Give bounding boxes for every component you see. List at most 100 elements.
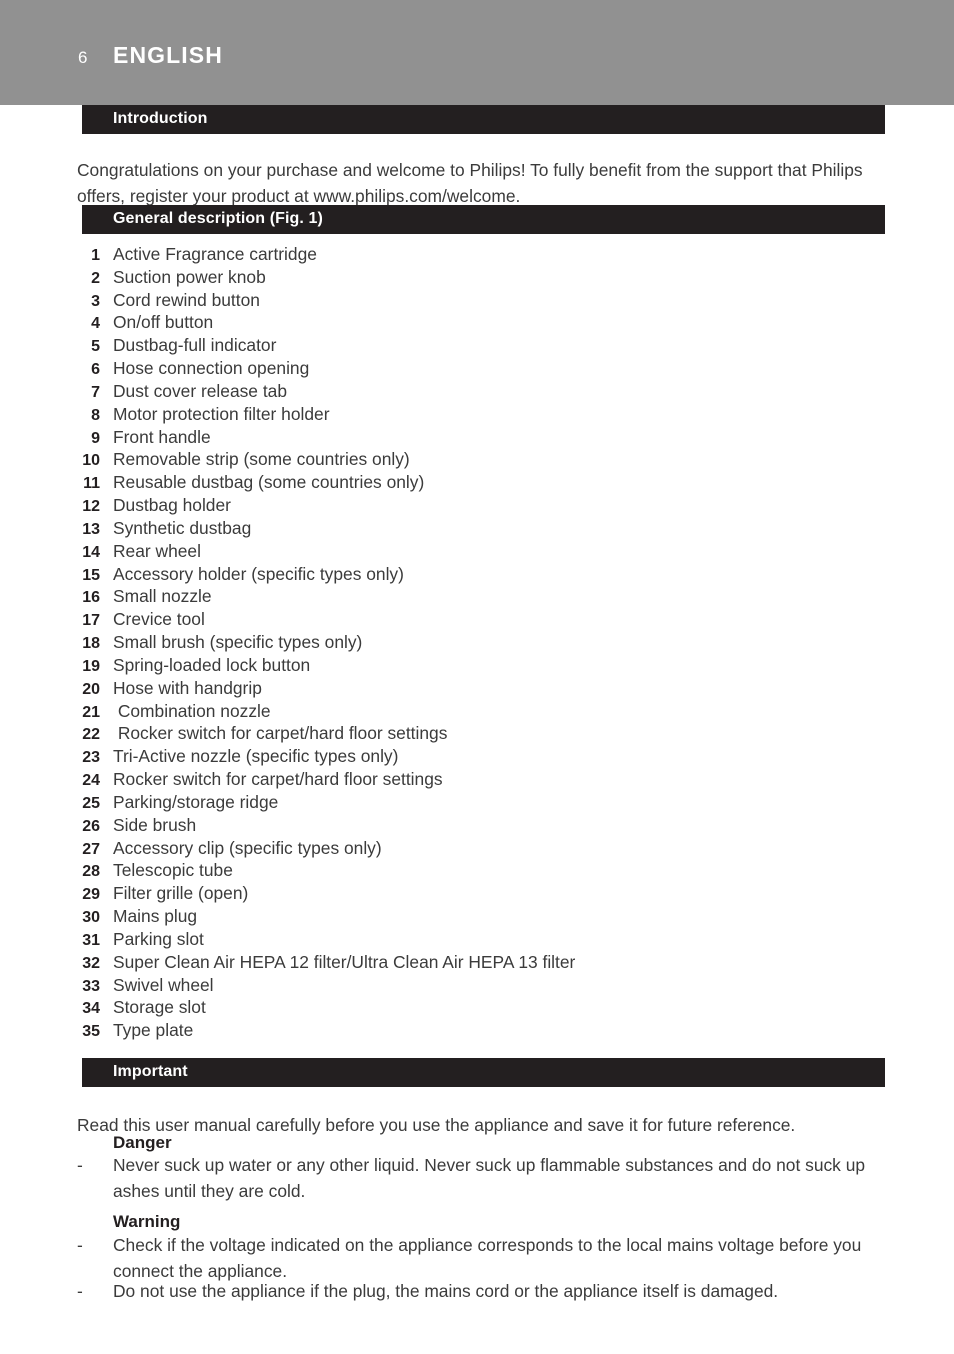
part-label: Hose connection opening <box>113 358 310 379</box>
list-item: 13 Synthetic dustbag <box>0 517 954 540</box>
part-number: 20 <box>82 680 100 698</box>
part-number: 9 <box>91 429 100 447</box>
part-label: Cord rewind button <box>113 289 260 310</box>
warning-bullet-item: - Do not use the appliance if the plug, … <box>77 1279 885 1305</box>
part-label: Dustbag-full indicator <box>113 335 277 356</box>
list-item: 26 Side brush <box>0 814 954 837</box>
bullet-dash-icon: - <box>77 1155 83 1175</box>
part-number: 24 <box>82 772 100 790</box>
part-label: Suction power knob <box>113 266 266 287</box>
list-item: 16 Small nozzle <box>0 585 954 608</box>
list-item: 14 Rear wheel <box>0 540 954 563</box>
part-label: Small nozzle <box>113 586 212 607</box>
part-number: 25 <box>82 794 100 812</box>
list-item: 24 Rocker switch for carpet/hard floor se… <box>0 768 954 791</box>
page-header-band: 6 ENGLISH <box>0 0 954 105</box>
list-item: 19 Spring-loaded lock button <box>0 654 954 677</box>
danger-bullet-text: Never suck up water or any other liquid.… <box>113 1155 866 1201</box>
list-item: 1 Active Fragrance cartridge <box>0 243 954 266</box>
list-item: 32 Super Clean Air HEPA 12 filter/Ultra C… <box>0 951 954 974</box>
subheading-warning: Warning <box>113 1212 181 1231</box>
part-label: Rocker switch for carpet/hard floor sett… <box>113 723 448 744</box>
part-label: Synthetic dustbag <box>113 517 252 538</box>
part-number: 3 <box>91 292 100 310</box>
bullet-dash-icon: - <box>77 1281 83 1301</box>
subheading-danger: Danger <box>113 1133 172 1152</box>
part-label: Hose with handgrip <box>113 677 262 698</box>
list-item: 29 Filter grille (open) <box>0 882 954 905</box>
list-item: 11 Reusable dustbag (some countries only) <box>0 471 954 494</box>
section-title-introduction: Introduction <box>113 110 208 127</box>
part-number: 1 <box>91 247 100 264</box>
part-label: Crevice tool <box>113 609 205 630</box>
part-label: Removable strip (some countries only) <box>113 449 410 470</box>
part-label: Rear wheel <box>113 540 201 561</box>
list-item: 28 Telescopic tube <box>0 859 954 882</box>
page-number: 6 <box>78 48 88 67</box>
part-label: Accessory holder (specific types only) <box>113 563 404 584</box>
part-number: 29 <box>82 886 100 904</box>
part-number: 31 <box>82 931 100 949</box>
part-label: Rocker switch for carpet/hard floor sett… <box>113 769 443 790</box>
list-item: 30 Mains plug <box>0 905 954 928</box>
general-description-parts-list: 1 Active Fragrance cartridge 2 Suction powe… <box>0 243 954 1042</box>
list-item: 33 Swivel wheel <box>0 974 954 997</box>
part-label: Swivel wheel <box>113 974 214 995</box>
section-bar-introduction: Introduction <box>82 105 885 134</box>
part-number: 27 <box>82 840 100 858</box>
part-label: Dust cover release tab <box>113 380 287 401</box>
page-language-title: ENGLISH <box>113 42 223 68</box>
list-item: 15 Accessory holder (specific types only) <box>0 563 954 586</box>
part-number: 13 <box>82 520 100 538</box>
part-number: 7 <box>91 383 100 401</box>
part-number: 4 <box>91 315 100 333</box>
list-item: 9 Front handle <box>0 426 954 449</box>
list-item: 3 Cord rewind button <box>0 289 954 312</box>
list-item: 27 Accessory clip (specific types only) <box>0 837 954 860</box>
part-number: 32 <box>82 954 100 972</box>
part-label: Filter grille (open) <box>113 883 249 904</box>
part-label: Accessory clip (specific types only) <box>113 837 382 858</box>
warning-bullet-text: Do not use the appliance if the plug, th… <box>113 1281 779 1301</box>
part-label: Tri-Active nozzle (specific types only) <box>113 746 399 767</box>
part-label: Mains plug <box>113 906 198 927</box>
part-number: 18 <box>82 635 100 653</box>
part-number: 12 <box>82 498 100 516</box>
part-number: 28 <box>82 863 100 881</box>
section-bar-important: Important <box>82 1058 885 1087</box>
list-item: 23 Tri-Active nozzle (specific types only… <box>0 745 954 768</box>
warning-bullet-text: Check if the voltage indicated on the ap… <box>113 1235 862 1281</box>
part-label: On/off button <box>113 312 214 333</box>
list-item: 35 Type plate <box>0 1019 954 1042</box>
part-number: 21 <box>82 703 100 721</box>
list-item: 12 Dustbag holder <box>0 494 954 517</box>
part-number: 5 <box>91 338 100 356</box>
bullet-dash-icon: - <box>77 1235 83 1255</box>
part-number: 8 <box>91 406 100 424</box>
part-number: 10 <box>82 452 100 470</box>
part-label: Front handle <box>113 426 211 447</box>
part-number: 26 <box>82 817 100 835</box>
part-number: 11 <box>83 475 100 493</box>
part-label: Small brush (specific types only) <box>113 632 363 653</box>
page-header-content: 6 ENGLISH <box>78 44 223 69</box>
part-label: Active Fragrance cartridge <box>113 244 317 264</box>
part-label: Spring-loaded lock button <box>113 654 311 675</box>
part-number: 2 <box>91 269 100 287</box>
list-item: 7 Dust cover release tab <box>0 380 954 403</box>
part-label: Combination nozzle <box>113 700 271 721</box>
part-label: Side brush <box>113 814 197 835</box>
part-number: 22 <box>82 726 100 744</box>
part-label: Reusable dustbag (some countries only) <box>113 472 425 493</box>
list-item: 20 Hose with handgrip <box>0 677 954 700</box>
part-label: Telescopic tube <box>113 860 233 881</box>
part-label: Parking/storage ridge <box>113 791 279 812</box>
section-title-general-description: General description (Fig. 1) <box>113 210 323 227</box>
list-item: 6 Hose connection opening <box>0 357 954 380</box>
introduction-paragraph: Congratulations on your purchase and wel… <box>77 160 863 206</box>
warning-bullet-item: - Check if the voltage indicated on the … <box>77 1233 885 1284</box>
part-number: 30 <box>82 909 100 927</box>
part-number: 14 <box>82 543 100 561</box>
part-number: 34 <box>82 1000 100 1018</box>
part-number: 6 <box>91 361 100 379</box>
